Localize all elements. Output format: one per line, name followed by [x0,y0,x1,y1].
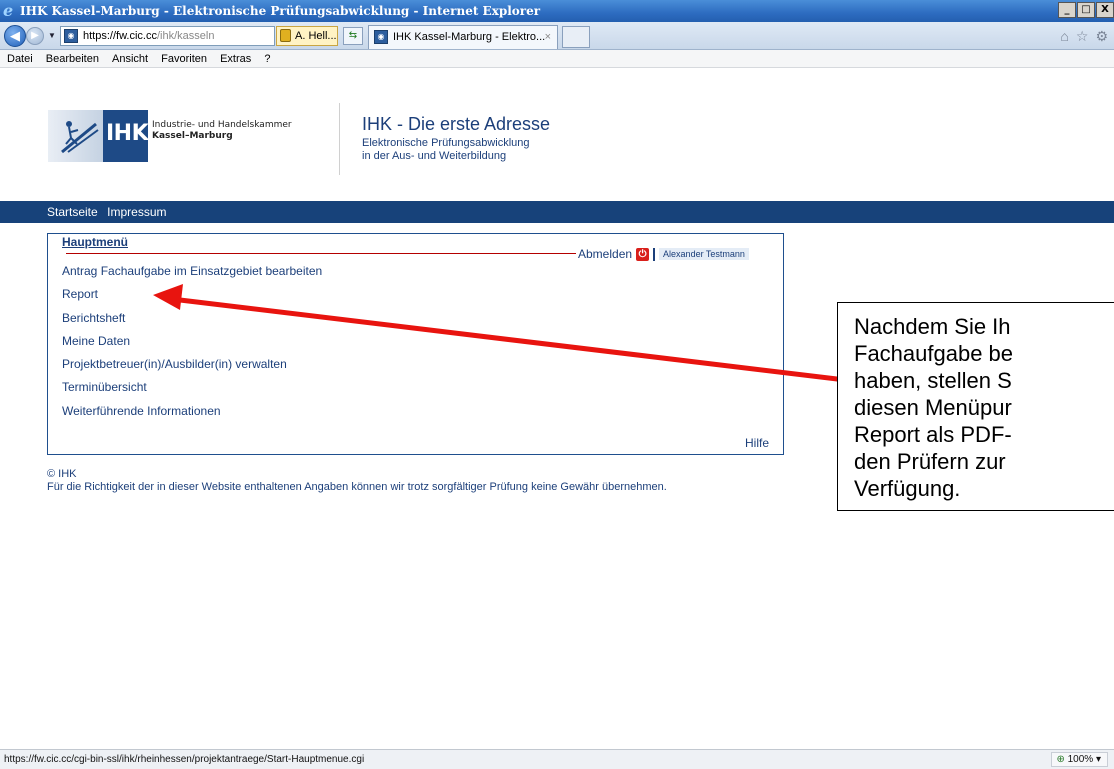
menu-item-projektbetreuer[interactable]: Projektbetreuer(in)/Ausbilder(in) verwal… [62,356,322,379]
page-subtitle: Elektronische Prüfungsabwicklung in der … [362,137,530,163]
window-titlebar: e IHK Kassel-Marburg - Elektronische Prü… [0,0,1114,22]
header-divider [339,103,340,175]
callout-line: haben, stellen S [854,368,1012,393]
logo-text: Industrie- und Handelskammer Kassel–Marb… [152,120,292,142]
copyright: © IHK [47,468,77,480]
browser-tools: ⌂ ☆ ⚙ [1060,28,1108,45]
callout-line: den Prüfern zur [854,449,1006,474]
forward-button[interactable]: ▶ [26,27,44,45]
help-link[interactable]: Hilfe [745,436,769,450]
main-menu-list: Antrag Fachaufgabe im Einsatzgebiet bear… [62,263,322,426]
power-icon[interactable]: ⏻ [636,247,650,261]
tab-title: IHK Kassel-Marburg - Elektro... [393,31,546,43]
refresh-button[interactable]: ⇆ [343,27,363,45]
main-menu-title: Hauptmenü [62,235,128,249]
page-footer: © IHK Für die Richtigkeit der in dieser … [47,468,667,494]
callout-line: Verfügung. [854,476,961,501]
history-dropdown-icon[interactable]: ▼ [48,31,56,40]
menu-ansicht[interactable]: Ansicht [112,50,148,68]
maximize-button[interactable]: □ [1077,2,1095,18]
window-title: IHK Kassel-Marburg - Elektronische Prüfu… [20,4,541,18]
site-topnav: Startseite Impressum [0,201,1114,223]
certificate-label: A. Hell... [295,30,337,42]
main-menu-panel: Hauptmenü Abmelden ⏻ Alexander Testmann … [47,233,784,455]
menu-item-informationen[interactable]: Weiterführende Informationen [62,403,322,426]
browser-tab[interactable]: ◉ IHK Kassel-Marburg - Elektro... × [368,25,558,49]
tab-favicon-icon: ◉ [374,30,388,44]
user-name[interactable]: Alexander Testmann [659,248,749,260]
menu-divider-line [66,253,576,254]
back-button[interactable]: ◀ [4,25,26,47]
address-host: https://fw.cic.cc [83,30,157,42]
menu-bearbeiten[interactable]: Bearbeiten [46,50,99,68]
page-title: IHK - Die erste Adresse [362,114,551,134]
callout-line: Report als PDF- [854,422,1012,447]
window-controls: _ □ X [1058,2,1114,18]
menu-datei[interactable]: Datei [7,50,33,68]
internet-explorer-icon: e [3,1,14,20]
logo-line-1: Industrie- und Handelskammer [152,120,292,130]
minimize-button[interactable]: _ [1058,2,1076,18]
status-bar: https://fw.cic.cc/cgi-bin-ssl/ihk/rheinh… [0,749,1114,769]
favorites-star-icon[interactable]: ☆ [1076,28,1089,45]
disclaimer: Für die Richtigkeit der in dieser Websit… [47,481,667,493]
browser-navbar: ◀ ▶ ▼ ◉ https://fw.cic.cc/ihk/kasseln ⚲ … [0,22,1114,50]
logout-link[interactable]: Abmelden [578,247,632,261]
callout-line: Nachdem Sie Ih [854,314,1011,339]
zoom-control[interactable]: ⊕ 100% ▾ [1051,752,1108,767]
menu-favoriten[interactable]: Favoriten [161,50,207,68]
browser-menubar: Datei Bearbeiten Ansicht Favoriten Extra… [0,50,1114,68]
status-url: https://fw.cic.cc/cgi-bin-ssl/ihk/rheinh… [4,754,365,765]
zoom-dropdown-icon: ▾ [1095,754,1101,765]
separator [653,247,656,261]
menu-item-termine[interactable]: Terminübersicht [62,379,322,402]
callout-box: Nachdem Sie Ih Fachaufgabe be haben, ste… [837,302,1114,511]
zoom-level: 100% [1067,754,1094,765]
logo-mark: IHK [106,121,149,146]
gear-icon[interactable]: ⚙ [1095,28,1108,45]
menu-extras[interactable]: Extras [220,50,251,68]
callout-line: diesen Menüpur [854,395,1012,420]
logo-line-2: Kassel–Marburg [152,131,233,141]
close-window-button[interactable]: X [1096,2,1114,18]
topnav-impressum[interactable]: Impressum [107,201,166,223]
new-tab-button[interactable] [562,26,590,48]
zoom-icon: ⊕ [1056,754,1065,765]
logout-row: Abmelden ⏻ Alexander Testmann [578,246,749,262]
subtitle-line-1: Elektronische Prüfungsabwicklung [362,137,530,149]
menu-help[interactable]: ? [264,50,270,68]
subtitle-line-2: in der Aus- und Weiterbildung [362,150,507,162]
address-path: /ihk/kasseln [156,30,215,42]
certificate-badge[interactable]: A. Hell... [276,26,338,46]
menu-item-meine-daten[interactable]: Meine Daten [62,333,322,356]
menu-item-report[interactable]: Report [62,286,322,309]
lock-icon [280,29,291,42]
menu-item-berichtsheft[interactable]: Berichtsheft [62,310,322,333]
ihk-figure-icon [61,121,99,154]
tab-close-icon[interactable]: × [545,26,551,48]
menu-item-antrag[interactable]: Antrag Fachaufgabe im Einsatzgebiet bear… [62,263,322,286]
topnav-startseite[interactable]: Startseite [47,201,98,223]
callout-line: Fachaufgabe be [854,341,1014,366]
site-favicon-icon: ◉ [64,29,78,43]
address-bar[interactable]: ◉ https://fw.cic.cc/ihk/kasseln ⚲ ▼ [60,26,275,46]
ihk-logo[interactable]: IHK [48,110,149,162]
home-icon[interactable]: ⌂ [1060,28,1068,45]
